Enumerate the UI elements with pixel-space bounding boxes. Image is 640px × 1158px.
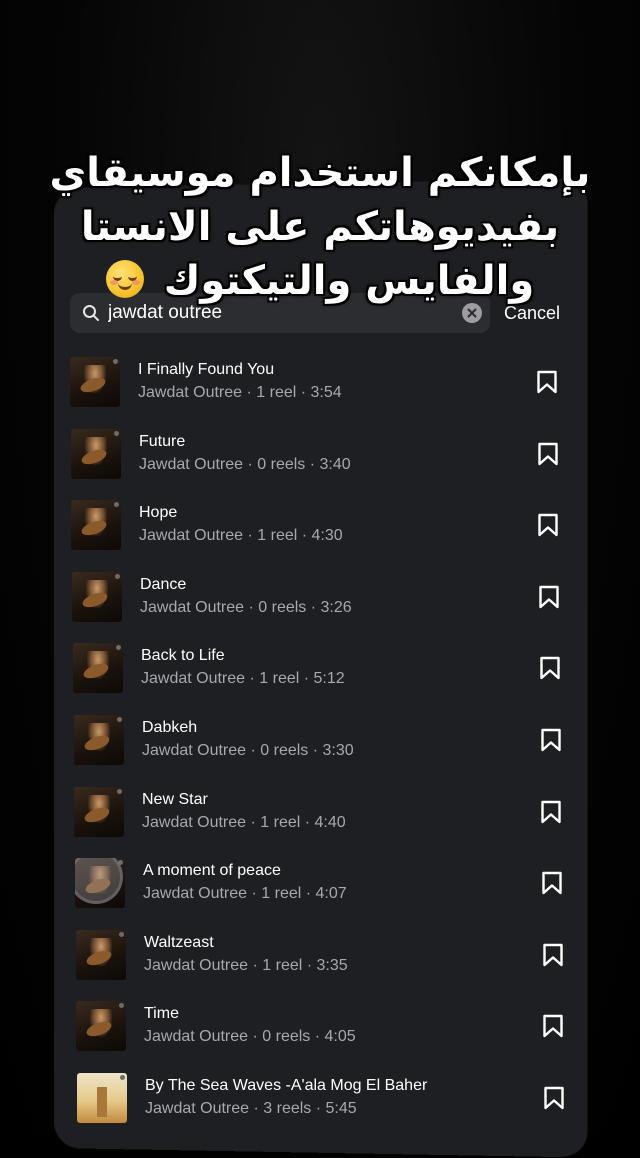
track-row[interactable]: Dance Jawdat Outree · 0 reels · 3:26: [72, 569, 572, 625]
track-meta: Time Jawdat Outree · 0 reels · 4:05: [144, 1004, 540, 1048]
bookmark-icon[interactable]: [537, 655, 563, 681]
album-cover[interactable]: [74, 787, 124, 837]
bookmark-icon[interactable]: [541, 1085, 567, 1111]
track-meta: I Finally Found You Jawdat Outree · 1 ree…: [138, 360, 534, 404]
album-cover[interactable]: [74, 715, 124, 765]
track-row[interactable]: By The Sea Waves -A'ala Mog El Baher Jawd…: [77, 1070, 577, 1126]
album-cover[interactable]: [76, 1001, 126, 1051]
track-title: Back to Life: [141, 647, 225, 664]
album-cover[interactable]: [71, 500, 121, 550]
track-subtitle: Jawdat Outree · 0 reels · 3:30: [142, 742, 354, 759]
bookmark-icon[interactable]: [540, 942, 566, 968]
track-subtitle: Jawdat Outree · 0 reels · 3:40: [139, 456, 351, 473]
bookmark-icon[interactable]: [538, 727, 564, 753]
album-cover[interactable]: [76, 930, 126, 980]
bookmark-icon[interactable]: [539, 870, 565, 896]
bookmark-icon[interactable]: [536, 584, 562, 610]
track-row[interactable]: I Finally Found You Jawdat Outree · 1 ree…: [70, 354, 570, 410]
bookmark-icon[interactable]: [538, 799, 564, 825]
track-row[interactable]: Hope Jawdat Outree · 1 reel · 4:30: [71, 497, 571, 553]
track-row[interactable]: Dabkeh Jawdat Outree · 0 reels · 3:30: [74, 712, 574, 768]
track-meta: Hope Jawdat Outree · 1 reel · 4:30: [139, 503, 535, 547]
track-row[interactable]: A moment of peace Jawdat Outree · 1 reel …: [75, 855, 575, 911]
bookmark-icon[interactable]: [540, 1013, 566, 1039]
caption-line-2: بفيديوهاتكم على الانستا: [80, 204, 560, 250]
track-meta: Dabkeh Jawdat Outree · 0 reels · 3:30: [142, 718, 538, 762]
caption-line-1: بإمكانكم استخدام موسيقاي: [49, 150, 591, 196]
track-meta: Back to Life Jawdat Outree · 1 reel · 5:1…: [141, 646, 537, 690]
track-row[interactable]: Time Jawdat Outree · 0 reels · 4:05: [76, 998, 576, 1054]
track-subtitle: Jawdat Outree · 1 reel · 4:40: [142, 814, 346, 831]
bookmark-icon[interactable]: [535, 441, 561, 467]
track-row[interactable]: Waltzeast Jawdat Outree · 1 reel · 3:35: [76, 927, 576, 983]
track-meta: By The Sea Waves -A'ala Mog El Baher Jawd…: [145, 1076, 541, 1120]
track-meta: A moment of peace Jawdat Outree · 1 reel …: [143, 861, 539, 905]
track-subtitle: Jawdat Outree · 1 reel · 3:54: [138, 384, 342, 401]
album-cover[interactable]: [73, 643, 123, 693]
track-row[interactable]: Future Jawdat Outree · 0 reels · 3:40: [71, 426, 571, 482]
bookmark-icon[interactable]: [534, 369, 560, 395]
track-meta: Future Jawdat Outree · 0 reels · 3:40: [139, 432, 535, 476]
album-cover[interactable]: [70, 357, 120, 407]
overlay-caption: بإمكانكم استخدام موسيقاي بفيديوهاتكم على…: [40, 146, 600, 308]
track-title: Hope: [139, 504, 178, 521]
track-meta: Dance Jawdat Outree · 0 reels · 3:26: [140, 575, 536, 619]
album-cover[interactable]: [77, 1073, 127, 1123]
caption-line-3-text: والفايس والتيكتوك: [163, 258, 535, 304]
caption-line-3: والفايس والتيكتوك: [40, 254, 600, 308]
track-row[interactable]: New Star Jawdat Outree · 1 reel · 4:40: [74, 784, 574, 840]
track-title: A moment of peace: [143, 862, 281, 879]
playback-preview-indicator: [75, 858, 123, 904]
album-cover[interactable]: [75, 858, 125, 908]
track-meta: Waltzeast Jawdat Outree · 1 reel · 3:35: [144, 933, 540, 977]
track-subtitle: Jawdat Outree · 3 reels · 5:45: [145, 1100, 357, 1117]
album-cover[interactable]: [71, 429, 121, 479]
track-title: Dance: [140, 576, 187, 593]
track-title: Waltzeast: [144, 934, 214, 951]
track-subtitle: Jawdat Outree · 1 reel · 5:12: [141, 670, 345, 687]
track-row[interactable]: Back to Life Jawdat Outree · 1 reel · 5:1…: [73, 640, 573, 696]
track-subtitle: Jawdat Outree · 0 reels · 4:05: [144, 1028, 356, 1045]
smiling-face-icon: [105, 260, 144, 298]
track-title: Future: [139, 433, 186, 450]
track-subtitle: Jawdat Outree · 0 reels · 3:26: [140, 599, 352, 616]
album-cover[interactable]: [72, 572, 122, 622]
track-title: Time: [144, 1005, 179, 1022]
track-meta: New Star Jawdat Outree · 1 reel · 4:40: [142, 790, 538, 834]
track-title: By The Sea Waves -A'ala Mog El Baher: [145, 1077, 428, 1094]
bookmark-icon[interactable]: [535, 512, 561, 538]
track-title: Dabkeh: [142, 719, 198, 736]
track-subtitle: Jawdat Outree · 1 reel · 3:35: [144, 957, 348, 974]
track-title: New Star: [142, 791, 208, 808]
track-title: I Finally Found You: [138, 361, 275, 378]
track-subtitle: Jawdat Outree · 1 reel · 4:30: [139, 527, 343, 544]
track-subtitle: Jawdat Outree · 1 reel · 4:07: [143, 885, 347, 902]
